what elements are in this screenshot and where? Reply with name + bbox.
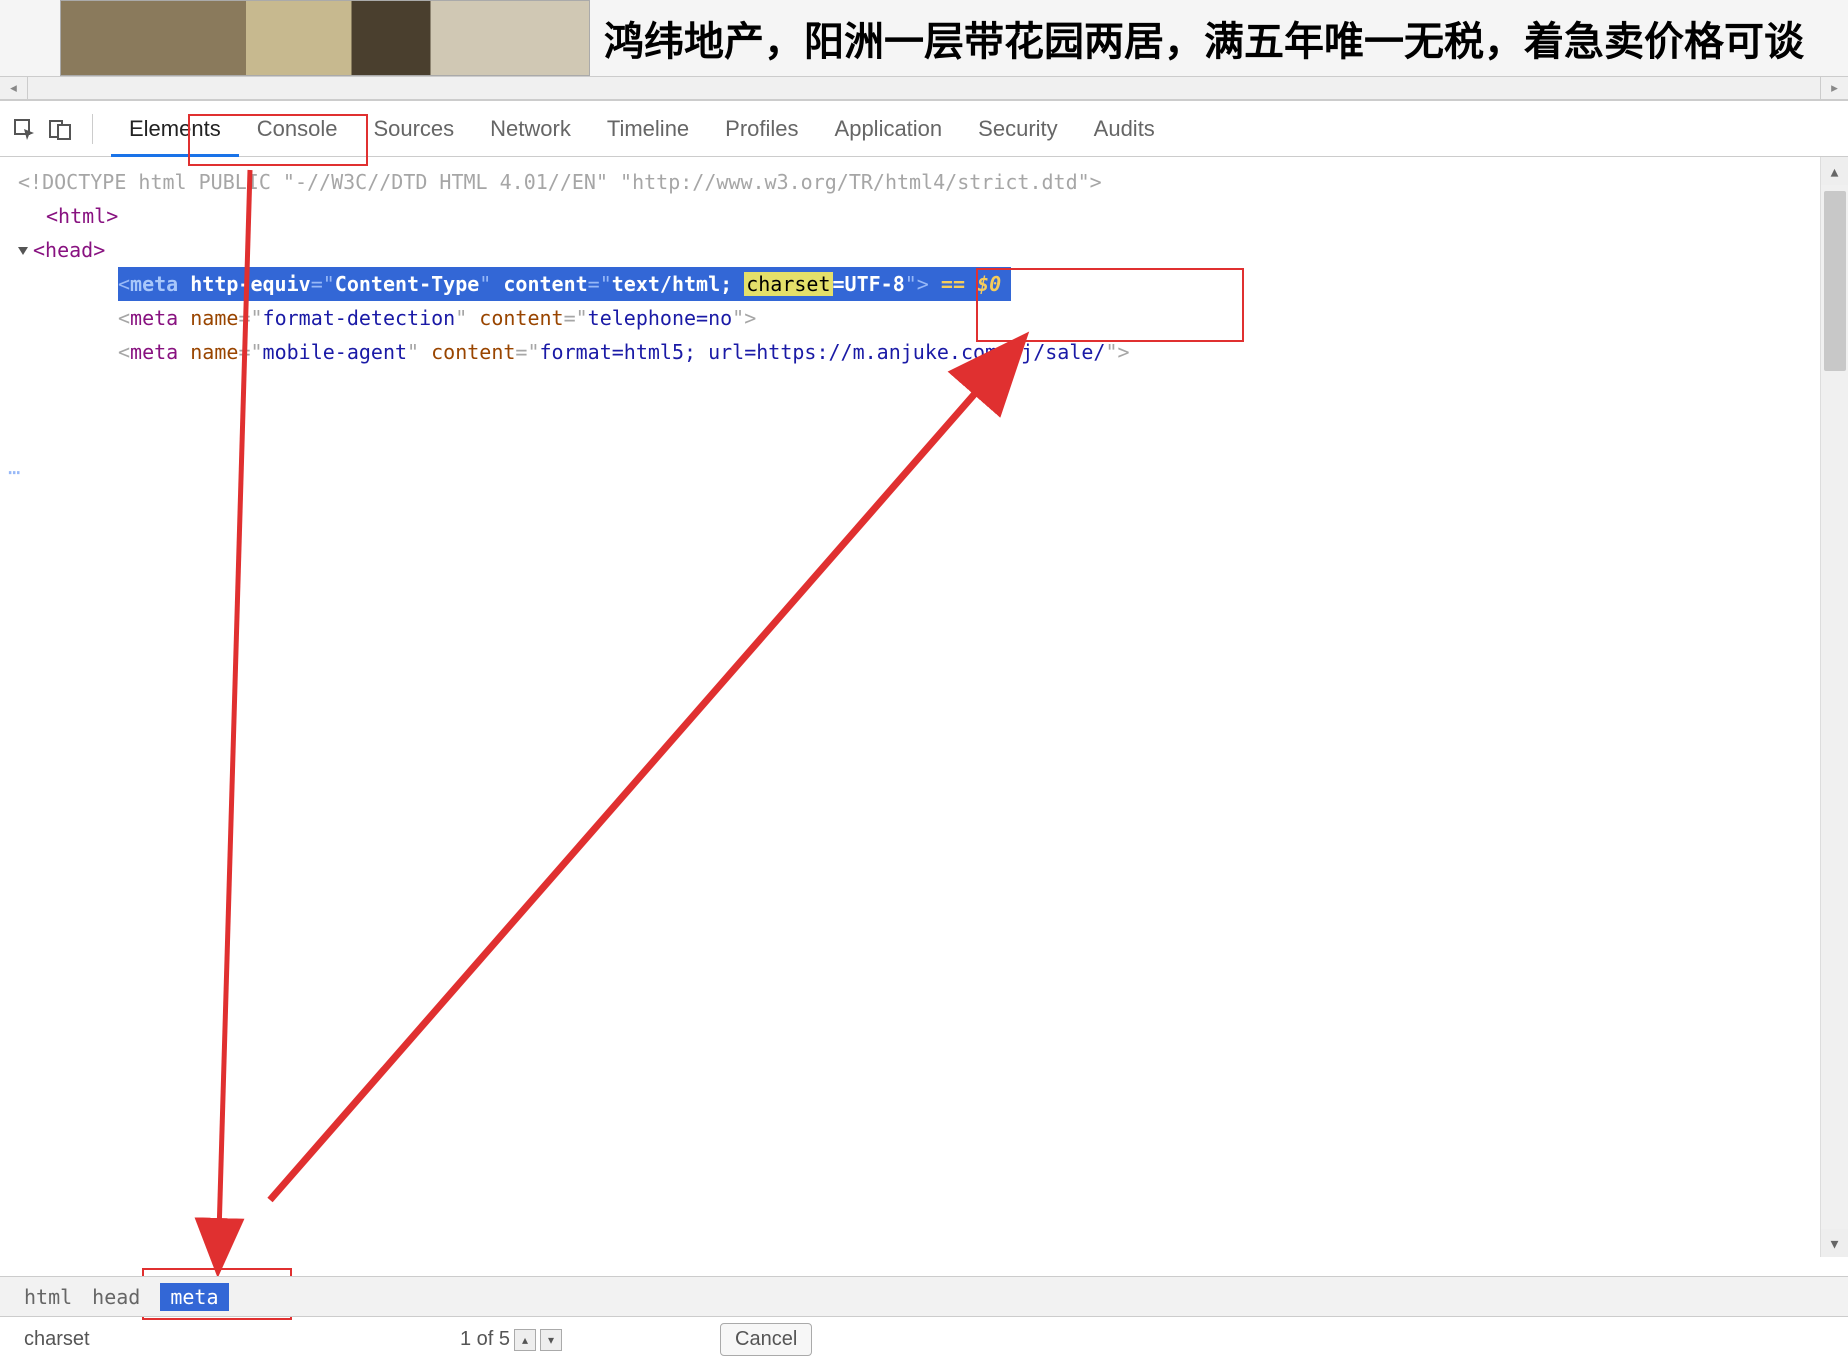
tab-elements[interactable]: Elements: [111, 101, 239, 157]
listing-thumbnail: [60, 0, 590, 76]
scroll-right-icon[interactable]: ▸: [1820, 77, 1848, 99]
devtools-search-bar: charset 1 of 5 ▴ ▾ Cancel: [0, 1316, 1848, 1362]
dom-breadcrumbs: html head meta: [0, 1276, 1848, 1316]
code-line[interactable]: <meta http-equiv="Content-Type" content=…: [18, 267, 1848, 301]
tab-security[interactable]: Security: [960, 101, 1075, 157]
scroll-left-icon[interactable]: ◂: [0, 77, 28, 99]
scroll-up-icon[interactable]: ▴: [1821, 157, 1848, 185]
search-count: 1 of 5: [460, 1328, 510, 1351]
tab-profiles[interactable]: Profiles: [707, 101, 816, 157]
page-top-strip: 鸿纬地产，阳洲一层带花园两居，满五年唯一无税，着急卖价格可谈: [0, 0, 1848, 76]
toolbar-divider: [92, 114, 93, 144]
code-line[interactable]: <html>: [18, 199, 1848, 233]
selected-line-actions-icon[interactable]: ⋯: [0, 455, 30, 489]
code-line[interactable]: <!DOCTYPE html PUBLIC "-//W3C//DTD HTML …: [18, 165, 1848, 199]
crumb-head[interactable]: head: [92, 1285, 140, 1309]
inspect-icon[interactable]: [10, 115, 38, 143]
vertical-scrollbar[interactable]: ▴ ▾: [1820, 157, 1848, 1257]
devtools-toolbar: ElementsConsoleSourcesNetworkTimelinePro…: [0, 101, 1848, 157]
scrollbar-thumb[interactable]: [1824, 191, 1846, 371]
scroll-down-icon[interactable]: ▾: [1821, 1229, 1848, 1257]
device-toggle-icon[interactable]: [46, 115, 74, 143]
tab-application[interactable]: Application: [817, 101, 961, 157]
tab-timeline[interactable]: Timeline: [589, 101, 707, 157]
search-term-label: charset: [24, 1328, 90, 1351]
search-prev-icon[interactable]: ▴: [514, 1329, 536, 1351]
tab-audits[interactable]: Audits: [1076, 101, 1173, 157]
devtools-panel: ElementsConsoleSourcesNetworkTimelinePro…: [0, 100, 1848, 1257]
horizontal-scrollbar[interactable]: ◂ ▸: [0, 76, 1848, 100]
listing-headline: 鸿纬地产，阳洲一层带花园两居，满五年唯一无税，着急卖价格可谈: [604, 9, 1804, 67]
code-line[interactable]: <meta name="format-detection" content="t…: [18, 301, 1848, 335]
elements-code-panel[interactable]: ⋯ <!DOCTYPE html PUBLIC "-//W3C//DTD HTM…: [0, 157, 1848, 1257]
search-next-icon[interactable]: ▾: [540, 1329, 562, 1351]
crumb-html[interactable]: html: [24, 1285, 72, 1309]
code-line[interactable]: <meta name="mobile-agent" content="forma…: [18, 335, 1848, 369]
tab-sources[interactable]: Sources: [355, 101, 472, 157]
cancel-button[interactable]: Cancel: [720, 1323, 812, 1356]
crumb-meta[interactable]: meta: [160, 1283, 228, 1311]
code-line[interactable]: <head>: [18, 233, 1848, 267]
tab-console[interactable]: Console: [239, 101, 356, 157]
tab-network[interactable]: Network: [472, 101, 589, 157]
